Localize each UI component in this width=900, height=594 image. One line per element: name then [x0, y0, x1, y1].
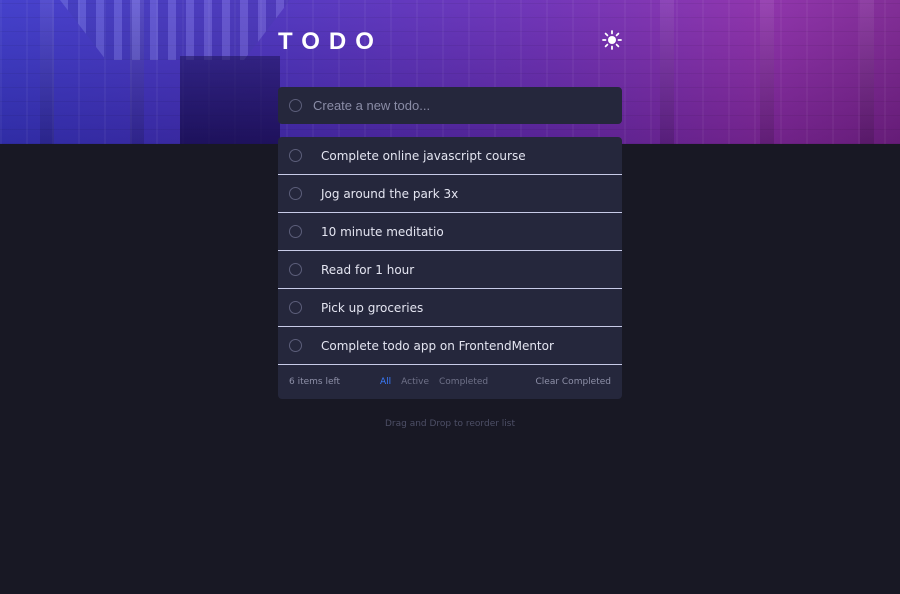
drag-drop-hint: Drag and Drop to reorder list [384, 419, 516, 429]
theme-toggle-button[interactable] [602, 30, 622, 50]
todo-text: Complete todo app on FrontendMentor [321, 338, 554, 353]
todo-text: Read for 1 hour [321, 262, 415, 277]
filter-completed-button[interactable]: Completed [439, 377, 488, 387]
todo-text: Pick up groceries [321, 300, 424, 315]
background-pillar [760, 0, 774, 144]
background-pillar [860, 0, 874, 144]
todo-item[interactable]: Complete online javascript course [278, 137, 622, 175]
filter-group: All Active Completed [380, 377, 488, 387]
todo-checkbox[interactable] [289, 301, 302, 314]
filter-all-button[interactable]: All [380, 377, 391, 387]
list-footer: 6 items left All Active Completed Clear … [278, 365, 622, 399]
todo-item[interactable]: 10 minute meditatio [278, 213, 622, 251]
items-left-count: 6 items left [289, 377, 341, 387]
filter-active-button[interactable]: Active [401, 377, 429, 387]
todo-checkbox[interactable] [289, 149, 302, 162]
todo-text: Complete online javascript course [321, 148, 526, 163]
background-pillar [40, 0, 54, 144]
todo-checkbox[interactable] [289, 187, 302, 200]
todo-item[interactable]: Read for 1 hour [278, 251, 622, 289]
background-doorway [180, 56, 280, 144]
todo-list: Complete online javascript course Jog ar… [278, 137, 622, 399]
todo-item[interactable]: Jog around the park 3x [278, 175, 622, 213]
clear-completed-button[interactable]: Clear Completed [536, 377, 612, 387]
background-pillar [660, 0, 674, 144]
todo-checkbox[interactable] [289, 225, 302, 238]
todo-text: 10 minute meditatio [321, 224, 444, 239]
new-todo-bar [278, 87, 622, 124]
todo-checkbox[interactable] [289, 339, 302, 352]
app-header: TODO [278, 26, 622, 56]
todo-text: Jog around the park 3x [321, 186, 459, 201]
sun-icon [602, 30, 622, 50]
background-pillar [130, 0, 144, 144]
todo-item[interactable]: Complete todo app on FrontendMentor [278, 327, 622, 365]
todo-item[interactable]: Pick up groceries [278, 289, 622, 327]
todo-checkbox[interactable] [289, 263, 302, 276]
background-arch [60, 0, 290, 60]
new-todo-input[interactable] [313, 93, 603, 118]
app-title: TODO [278, 28, 383, 55]
new-todo-checkbox[interactable] [289, 99, 302, 112]
